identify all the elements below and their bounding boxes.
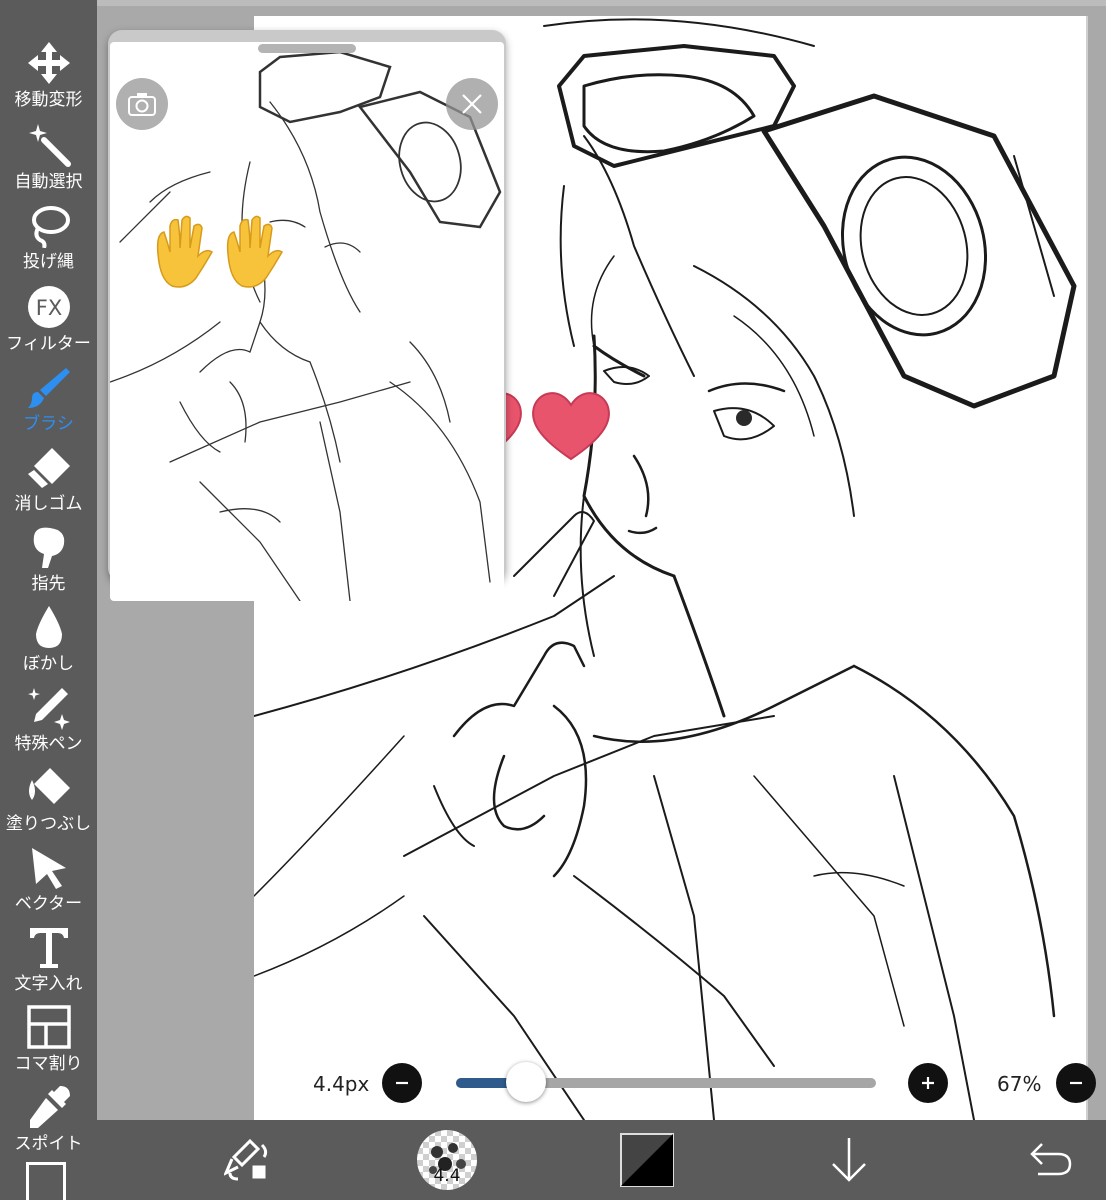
eraser-icon bbox=[25, 442, 73, 492]
tool-text[interactable]: 文字入れ bbox=[0, 922, 97, 1002]
heart-sticker-right bbox=[528, 385, 614, 467]
tool-label: ぼかし bbox=[23, 654, 74, 674]
undo-icon bbox=[1030, 1143, 1072, 1176]
tool-label: 塗りつぶし bbox=[5, 814, 92, 834]
bucket-fill-icon bbox=[25, 762, 73, 812]
layer-merge-down-button[interactable] bbox=[821, 1120, 877, 1200]
text-icon bbox=[25, 922, 73, 972]
tool-filter[interactable]: FX フィルター bbox=[0, 282, 97, 362]
size-decrease-button[interactable] bbox=[382, 1063, 422, 1103]
tool-label: ブラシ bbox=[23, 414, 74, 434]
tool-frame-divider[interactable]: コマ割り bbox=[0, 1002, 97, 1082]
tool-label: ベクター bbox=[14, 894, 83, 914]
brush-preview-icon: 4.4 bbox=[417, 1130, 477, 1190]
tool-label: 投げ縄 bbox=[23, 252, 74, 272]
blur-drop-icon bbox=[25, 602, 73, 652]
reference-drag-handle[interactable] bbox=[258, 44, 356, 53]
tool-sidebar: 移動変形 自動選択 投げ縄 FX フィルター ブラシ 消しゴム 指先 ぼかし 特… bbox=[0, 0, 97, 1200]
finger-smudge-icon bbox=[25, 522, 73, 572]
magic-wand-icon bbox=[25, 120, 73, 170]
filter-fx-icon: FX bbox=[25, 282, 73, 332]
zoom-decrease-button[interactable] bbox=[1056, 1063, 1096, 1103]
tool-bucket-fill[interactable]: 塗りつぶし bbox=[0, 762, 97, 842]
tool-move-transform[interactable]: 移動変形 bbox=[0, 38, 97, 118]
tool-partial-next[interactable] bbox=[26, 1162, 66, 1200]
vector-arrow-icon bbox=[25, 842, 73, 892]
reference-window[interactable] bbox=[108, 30, 506, 601]
tool-label: スポイト bbox=[14, 1134, 83, 1154]
tool-label: 移動変形 bbox=[14, 90, 83, 110]
tool-brush[interactable]: ブラシ bbox=[0, 362, 97, 442]
svg-text:FX: FX bbox=[35, 296, 61, 320]
eyedropper-icon bbox=[25, 1082, 73, 1132]
size-increase-button[interactable] bbox=[908, 1063, 948, 1103]
tool-auto-select[interactable]: 自動選択 bbox=[0, 120, 97, 200]
plus-icon bbox=[922, 1077, 934, 1089]
special-pen-icon bbox=[25, 682, 73, 732]
tool-eyedropper[interactable]: スポイト bbox=[0, 1082, 97, 1162]
brush-preview-button[interactable]: 4.4 bbox=[415, 1120, 479, 1200]
camera-icon[interactable] bbox=[116, 78, 168, 130]
tool-label: 消しゴム bbox=[14, 494, 83, 514]
tool-label: コマ割り bbox=[14, 1054, 83, 1074]
raised-hands-sticker bbox=[150, 214, 290, 298]
tool-blur[interactable]: ぼかし bbox=[0, 602, 97, 682]
tool-label: フィルター bbox=[6, 334, 91, 354]
tool-label: 文字入れ bbox=[14, 974, 83, 994]
undo-button[interactable] bbox=[1021, 1120, 1081, 1200]
tool-eraser[interactable]: 消しゴム bbox=[0, 442, 97, 522]
tool-lasso[interactable]: 投げ縄 bbox=[0, 200, 97, 280]
zoom-label: 67% bbox=[997, 1072, 1042, 1096]
canvas-top-edge bbox=[97, 0, 1106, 6]
minus-icon bbox=[1070, 1081, 1082, 1085]
tool-label: 指先 bbox=[31, 574, 66, 594]
brush-icon bbox=[25, 362, 73, 412]
tool-label: 自動選択 bbox=[14, 172, 83, 192]
reference-image bbox=[110, 42, 504, 601]
brush-size-label: 4.4px bbox=[313, 1072, 370, 1096]
color-swatch-icon bbox=[620, 1133, 674, 1187]
lasso-icon bbox=[25, 200, 73, 250]
tool-label: 特殊ペン bbox=[14, 734, 83, 754]
layer-down-arrow-icon bbox=[832, 1138, 866, 1182]
color-swatch-button[interactable] bbox=[619, 1120, 675, 1200]
swap-tool-icon bbox=[224, 1138, 268, 1181]
bottom-toolbar: 4.4 bbox=[97, 1120, 1106, 1200]
frame-divider-icon bbox=[25, 1002, 73, 1052]
minus-icon bbox=[396, 1081, 408, 1085]
tool-vector[interactable]: ベクター bbox=[0, 842, 97, 922]
tool-finger[interactable]: 指先 bbox=[0, 522, 97, 602]
tool-special-pen[interactable]: 特殊ペン bbox=[0, 682, 97, 762]
swap-tool-button[interactable] bbox=[217, 1120, 277, 1200]
move-transform-icon bbox=[25, 38, 73, 88]
brush-preview-value: 4.4 bbox=[433, 1166, 461, 1186]
close-icon[interactable] bbox=[446, 78, 498, 130]
